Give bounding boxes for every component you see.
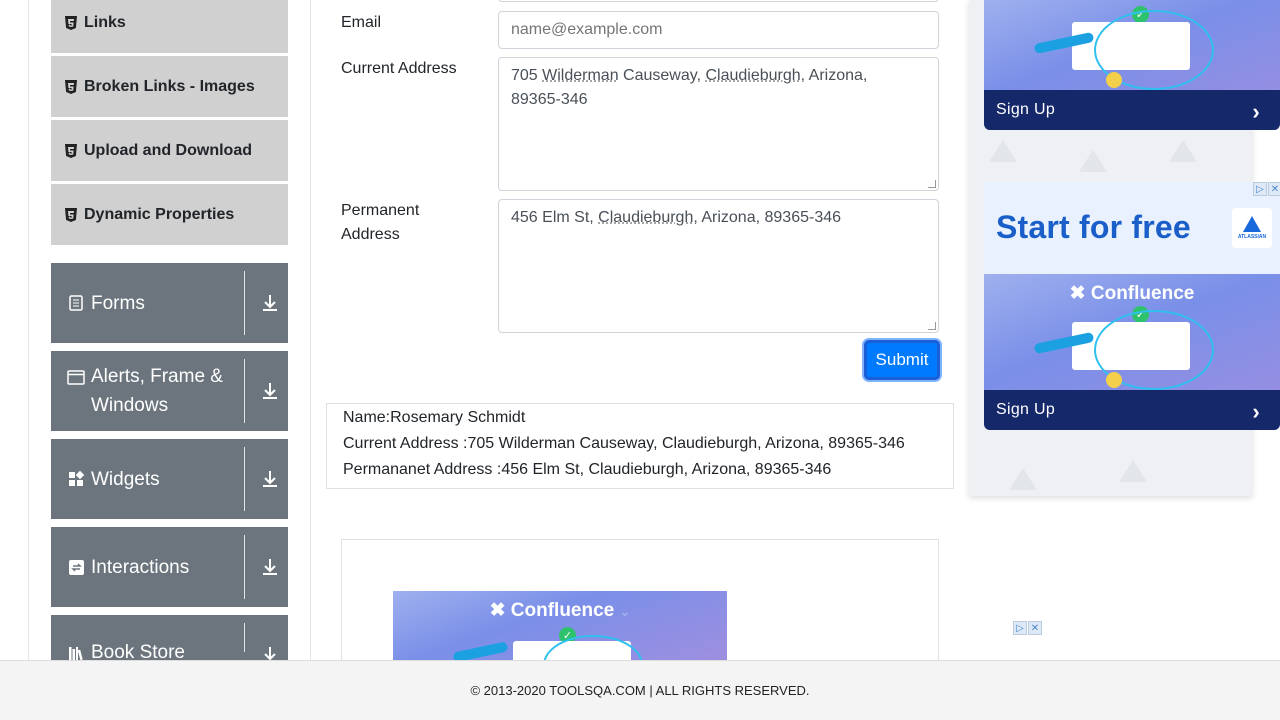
adchoices-icon[interactable]: ▷ (1013, 621, 1027, 635)
group-label: Book Store (91, 638, 231, 660)
sidebar-group-widgets[interactable]: Widgets (51, 439, 288, 519)
confluence-ad-top[interactable]: ✓ Sign Up › (984, 0, 1280, 130)
window-icon (67, 370, 85, 385)
document-icon (67, 295, 85, 311)
sidebar-item-broken-links[interactable]: Broken Links - Images (51, 56, 288, 118)
sidebar-item-label: Links (84, 14, 126, 32)
adchoices-icon[interactable]: ▷ (1253, 182, 1267, 196)
group-label: Interactions (91, 553, 231, 582)
divider (244, 623, 245, 652)
widgets-icon (67, 471, 85, 487)
sidebar-item-upload-download[interactable]: Upload and Download (51, 120, 288, 182)
full-name-field[interactable] (498, 0, 939, 2)
email-label: Email (341, 11, 381, 35)
illustration (453, 641, 509, 660)
sidebar-item-links[interactable]: Links (51, 0, 288, 54)
sidebar-group-book-store[interactable]: Book Store (51, 615, 288, 660)
download-arrow-icon[interactable] (261, 527, 279, 607)
email-field[interactable]: name@example.com (498, 11, 939, 49)
download-arrow-icon[interactable] (261, 645, 279, 660)
illustration (1106, 372, 1122, 388)
download-arrow-icon[interactable] (261, 439, 279, 519)
interactions-icon (67, 560, 85, 575)
sidebar-group-interactions[interactable]: Interactions (51, 527, 288, 607)
ad-choices[interactable]: ▷ ✕ (1253, 182, 1280, 196)
sign-up-button[interactable]: Sign Up › (984, 390, 1280, 430)
sidebar-group-forms[interactable]: Forms (51, 263, 288, 343)
books-icon (67, 646, 85, 660)
footer: © 2013-2020 TOOLSQA.COM | ALL RIGHTS RES… (0, 660, 1280, 720)
html5-icon (65, 16, 77, 30)
confluence-ad-banner[interactable]: ✖ Confluence ⌄ ✓ (393, 591, 727, 660)
divider (244, 271, 245, 335)
output-current-address: Current Address :705 Wilderman Causeway,… (343, 430, 937, 458)
sidebar-group-alerts[interactable]: Alerts, Frame & Windows (51, 351, 288, 431)
illustration (1106, 72, 1122, 88)
permanent-address-label: Permanent Address (341, 199, 419, 247)
ad-headline: Start for free (996, 209, 1191, 246)
left-sidebar: Links Broken Links - Images Upload and D… (28, 0, 311, 660)
html5-icon (65, 208, 77, 222)
sidebar-item-label: Broken Links - Images (84, 78, 255, 96)
divider (244, 535, 245, 599)
divider (244, 447, 245, 511)
chevron-right-icon: › (1252, 399, 1260, 425)
permanent-address-field[interactable]: 456 Elm St, Claudieburgh, Arizona, 89365… (498, 199, 939, 333)
output-permanent-address: Permananet Address :456 Elm St, Claudieb… (343, 456, 937, 484)
close-ad-icon[interactable]: ✕ (1028, 621, 1042, 635)
group-label: Alerts, Frame & Windows (91, 362, 231, 420)
current-address-field[interactable]: 705 Wilderman Causeway, Claudieburgh, Ar… (498, 57, 939, 191)
close-ad-icon[interactable]: ✕ (1268, 182, 1280, 196)
current-address-label: Current Address (341, 57, 457, 81)
submit-button[interactable]: Submit (864, 340, 940, 380)
confluence-logo: ✖ Confluence ⌄ (393, 599, 727, 622)
sidebar-item-label: Upload and Download (84, 142, 252, 160)
confluence-ad-bottom[interactable]: ✖ Confluence ✓ Sign Up › (984, 274, 1280, 430)
output-box: Name:Rosemary Schmidt Current Address :7… (326, 403, 954, 489)
resize-handle[interactable] (928, 322, 936, 330)
sidebar-item-dynamic-properties[interactable]: Dynamic Properties (51, 184, 288, 246)
download-arrow-icon[interactable] (261, 263, 279, 343)
output-name: Name:Rosemary Schmidt (343, 404, 937, 432)
atlassian-logo: ATLASSIAN (1232, 208, 1272, 248)
start-for-free-ad[interactable]: Start for free ATLASSIAN (984, 182, 1280, 274)
chevron-right-icon: › (1252, 99, 1260, 125)
group-label: Widgets (91, 465, 231, 494)
html5-icon (65, 80, 77, 94)
page: Links Broken Links - Images Upload and D… (0, 0, 1280, 720)
group-label: Forms (91, 289, 231, 318)
divider (244, 359, 245, 423)
resize-handle[interactable] (928, 180, 936, 188)
copyright-text: © 2013-2020 TOOLSQA.COM | ALL RIGHTS RES… (470, 683, 809, 698)
illustration (543, 635, 643, 660)
html5-icon (65, 144, 77, 158)
ad-choices[interactable]: ▷ ✕ (1013, 621, 1042, 635)
sidebar-item-label: Dynamic Properties (84, 206, 234, 224)
download-arrow-icon[interactable] (261, 351, 279, 431)
confluence-logo: ✖ Confluence (984, 282, 1280, 305)
sign-up-button[interactable]: Sign Up › (984, 90, 1280, 130)
